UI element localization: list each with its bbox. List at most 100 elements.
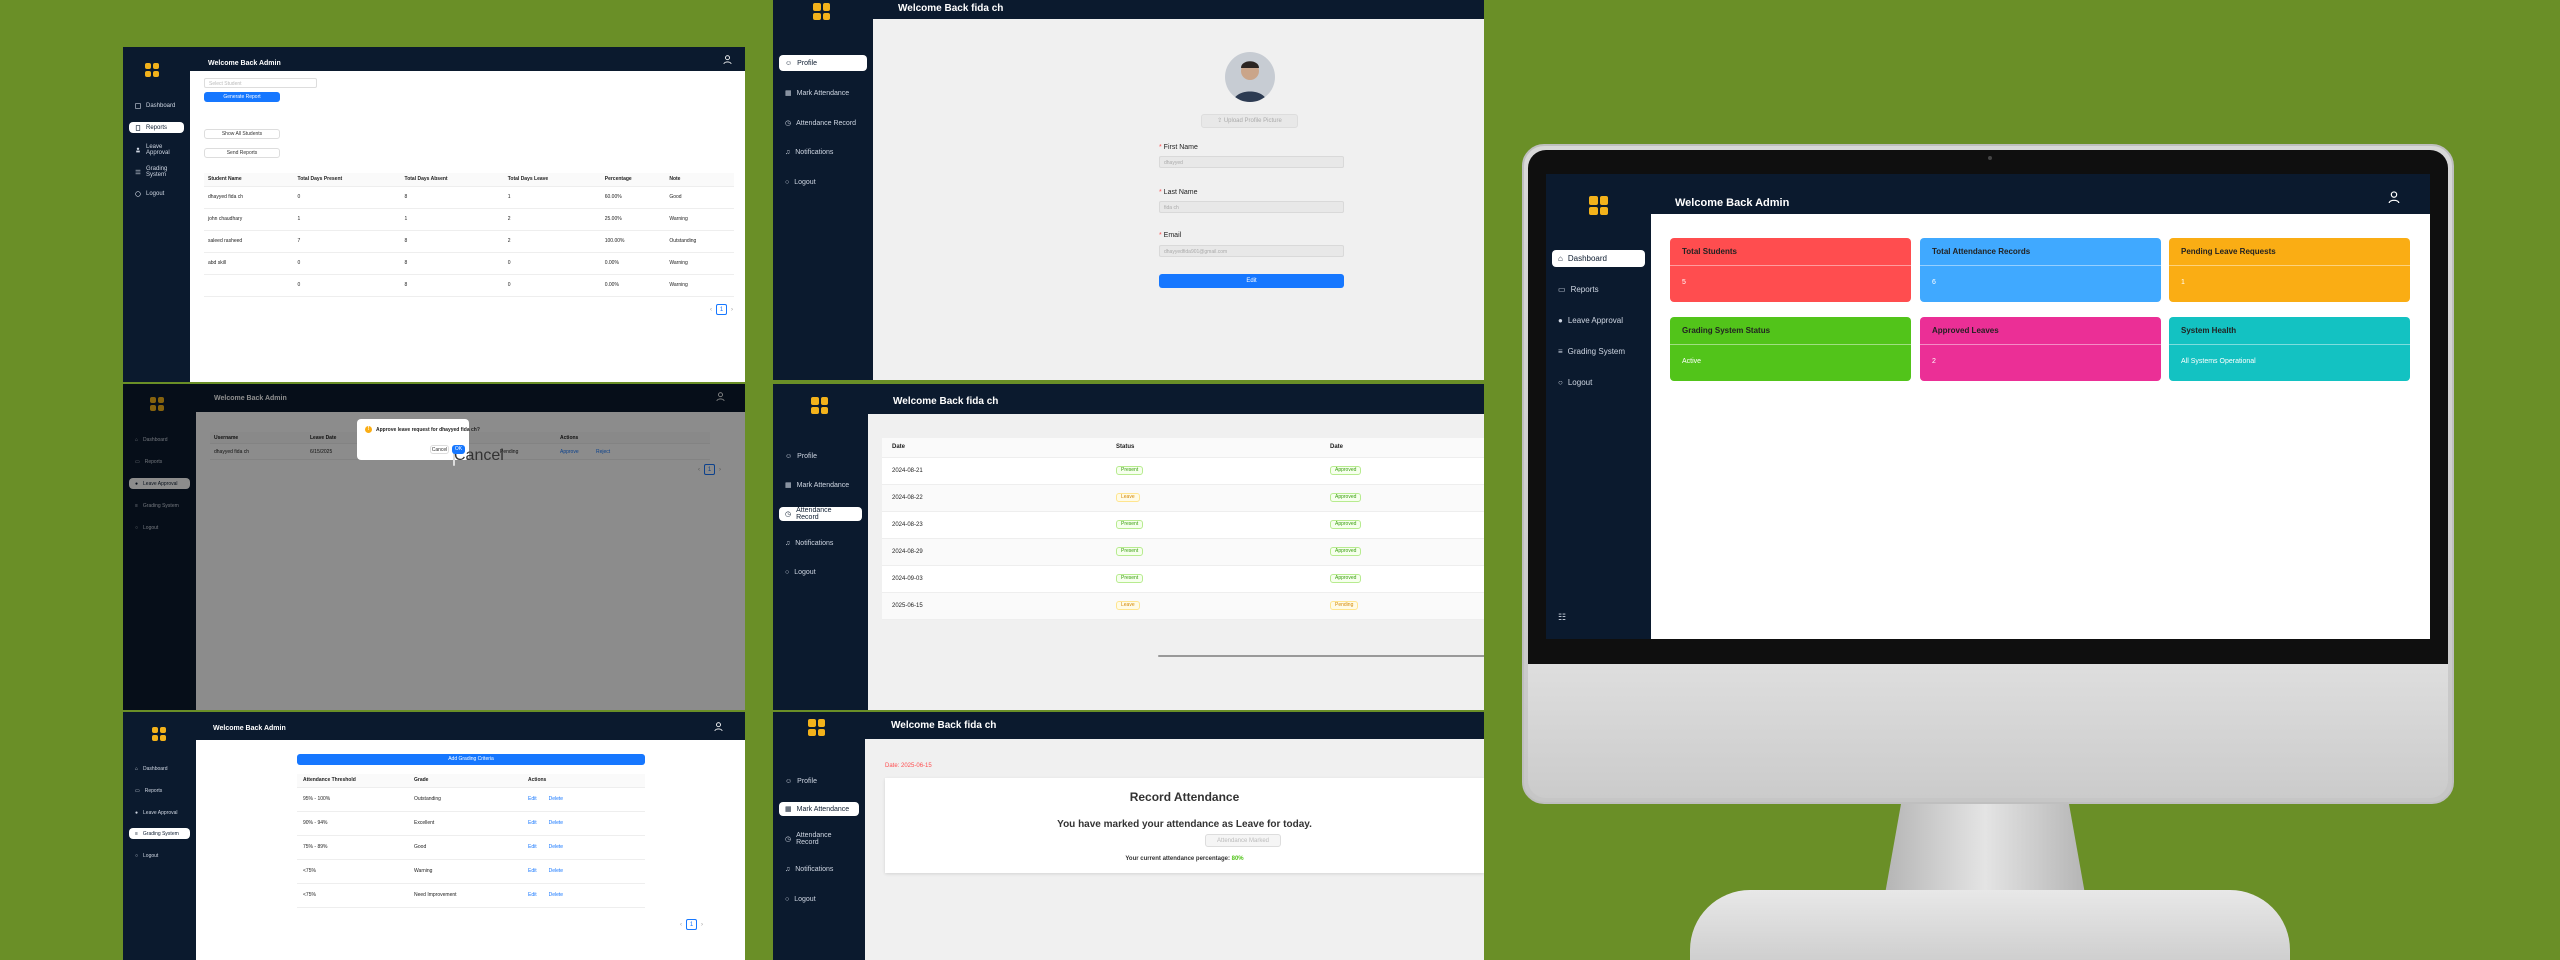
nav-logout[interactable]: ○ Logout xyxy=(779,892,859,906)
last-name-field[interactable]: fida ch xyxy=(1159,201,1344,213)
delete-link[interactable]: Delete xyxy=(549,892,563,898)
header: Welcome Back Admin xyxy=(1651,174,2430,214)
table-cell: 1 xyxy=(404,208,508,231)
clock-icon: ◷ xyxy=(785,120,792,127)
user-icon: ☺ xyxy=(785,777,793,785)
student-mark-window: ☺ Profile ▦ Mark Attendance ◷ Attendance Re… xyxy=(773,712,1484,960)
nav-logout[interactable]: ○ Logout xyxy=(779,565,862,579)
card-pending-leave-requests[interactable]: Pending Leave Requests 1 xyxy=(2169,238,2410,302)
nav-profile[interactable]: ☺ Profile xyxy=(779,774,859,788)
edit-link[interactable]: Edit xyxy=(528,796,537,802)
nav-notifications[interactable]: ♫ Notifications xyxy=(779,144,867,160)
nav-logout[interactable]: ○ Logout xyxy=(779,174,867,190)
delete-link[interactable]: Delete xyxy=(549,844,563,850)
delete-link[interactable]: Delete xyxy=(549,820,563,826)
col-status: Status xyxy=(1116,438,1330,458)
admin-leave-window: ⌂ Dashboard ▭ Reports ● Leave Approval ≡ Gra… xyxy=(123,384,745,710)
nav-reports[interactable]: ▭ Reports xyxy=(129,785,190,796)
page-title: Welcome Back Admin xyxy=(213,725,286,732)
edit-button[interactable]: Edit xyxy=(1159,274,1344,288)
table-row: john chaudhary 1 1 2 25.00% Warning xyxy=(204,208,734,231)
prev-page-icon[interactable]: ‹ xyxy=(680,922,682,928)
attendance-marked-button[interactable]: Attendance Marked xyxy=(1205,834,1281,847)
nav-label: Notifications xyxy=(795,148,834,156)
add-grading-criteria-button[interactable]: Add Grading Criteria xyxy=(297,754,645,765)
nav-logout[interactable]: Logout xyxy=(129,188,184,199)
nav-notifications[interactable]: ♫ Notifications xyxy=(779,862,859,876)
first-name-field[interactable]: dhayyed xyxy=(1159,156,1344,168)
nav-grading-system[interactable]: ≡ Grading System xyxy=(129,828,190,839)
prev-page-icon[interactable]: ‹ xyxy=(710,307,712,313)
table-cell: saleed rasheed xyxy=(204,230,298,253)
horizontal-scrollbar[interactable] xyxy=(1158,655,1484,657)
header: Welcome Back Admin xyxy=(196,712,745,740)
nav-logout[interactable]: ○ Logout xyxy=(1552,374,1645,391)
user-profile-icon[interactable] xyxy=(723,55,732,64)
table-row: 2024-08-23 Present Approved xyxy=(882,511,1484,539)
profile-content: ⇪ Upload Profile Picture * First Name dh… xyxy=(873,19,1484,380)
nav-attendance-record[interactable]: ◷ Attendance Record xyxy=(779,832,859,846)
table-row: <75% Need Improvement Edit Delete xyxy=(297,883,645,908)
user-profile-icon[interactable] xyxy=(714,722,723,731)
card-approved-leaves[interactable]: Approved Leaves 2 xyxy=(1920,317,2161,381)
col-note: Note xyxy=(669,173,734,187)
admin-reports-window: Dashboard Reports Leave Approval Grading… xyxy=(123,47,745,382)
nav-leave-approval[interactable]: Leave Approval xyxy=(129,144,184,156)
table-cell: 0 xyxy=(507,274,605,297)
ok-button[interactable]: OK xyxy=(452,445,465,454)
nav-grading-system[interactable]: Grading System xyxy=(129,166,184,178)
approval-badge: Approved xyxy=(1330,573,1362,584)
card-grading-system-status[interactable]: Grading System Status Active xyxy=(1670,317,1911,381)
status-badge: Present xyxy=(1116,573,1144,584)
card-system-health[interactable]: System Health All Systems Operational xyxy=(2169,317,2410,381)
delete-link[interactable]: Delete xyxy=(549,796,563,802)
table-cell: Warning xyxy=(669,208,734,231)
nav-dashboard[interactable]: ⌂ Dashboard xyxy=(1552,250,1645,267)
delete-link[interactable]: Delete xyxy=(549,868,563,874)
percentage-value: 80% xyxy=(1231,856,1244,862)
upload-profile-picture-button[interactable]: ⇪ Upload Profile Picture xyxy=(1201,114,1298,128)
nav-label: Dashboard xyxy=(1567,254,1607,263)
next-page-icon[interactable]: › xyxy=(731,307,733,313)
next-page-icon[interactable]: › xyxy=(701,922,703,928)
warning-icon: ! xyxy=(365,426,372,433)
send-reports-button[interactable]: Send Reports xyxy=(204,148,280,158)
nav-logout[interactable]: ○ Logout xyxy=(129,850,190,861)
page-number[interactable]: 1 xyxy=(686,919,697,930)
nav-mark-attendance[interactable]: ▦ Mark Attendance xyxy=(779,802,859,816)
nav-leave-approval[interactable]: ● Leave Approval xyxy=(129,807,190,818)
show-all-students-button[interactable]: Show All Students xyxy=(204,129,280,139)
edit-link[interactable]: Edit xyxy=(528,868,537,874)
nav-mark-attendance[interactable]: ▦ Mark Attendance xyxy=(779,478,862,492)
clock-icon: ◷ xyxy=(785,511,792,518)
modal-title: Approve leave request for dhayyed fida c… xyxy=(376,427,480,433)
page-number[interactable]: 1 xyxy=(716,304,727,315)
nav-profile[interactable]: ☺ Profile xyxy=(779,449,862,463)
nav-notifications[interactable]: ♫ Notifications xyxy=(779,536,862,550)
nav-grading-system[interactable]: ≡ Grading System xyxy=(1552,343,1645,360)
reports-table: Student Name Total Days Present Total Da… xyxy=(204,173,734,297)
generate-report-button[interactable]: Generate Report xyxy=(204,92,280,102)
page-title: Welcome Back Admin xyxy=(208,60,281,67)
nav-leave-approval[interactable]: ● Leave Approval xyxy=(1552,312,1645,329)
card-total-students[interactable]: Total Students 5 xyxy=(1670,238,1911,302)
edit-link[interactable]: Edit xyxy=(528,820,537,826)
card-total-attendance-records[interactable]: Total Attendance Records 6 xyxy=(1920,238,2161,302)
nav-reports[interactable]: ▭ Reports xyxy=(1552,281,1645,298)
nav-dashboard[interactable]: Dashboard xyxy=(129,100,184,111)
nav-attendance-record[interactable]: ◷ Attendance Record xyxy=(779,507,862,521)
card-value: All Systems Operational xyxy=(2181,358,2256,365)
nav-attendance-record[interactable]: ◷ Attendance Record xyxy=(779,115,867,131)
edit-link[interactable]: Edit xyxy=(528,892,537,898)
cancel-button[interactable]: Cancel xyxy=(430,445,449,454)
nav-reports[interactable]: Reports xyxy=(129,122,184,133)
student-select[interactable]: Select Student xyxy=(204,78,317,88)
user-profile-icon[interactable] xyxy=(2388,191,2400,203)
nav-mark-attendance[interactable]: ▦ Mark Attendance xyxy=(779,85,867,101)
nav-profile[interactable]: ☺ Profile xyxy=(779,55,867,71)
email-field[interactable]: dhayyedfida901@gmail.com xyxy=(1159,245,1344,257)
nav-label: Mark Attendance xyxy=(796,89,850,97)
edit-link[interactable]: Edit xyxy=(528,844,537,850)
nav-dashboard[interactable]: ⌂ Dashboard xyxy=(129,763,190,774)
collapse-menu-icon[interactable]: ☷ xyxy=(1558,612,1566,623)
